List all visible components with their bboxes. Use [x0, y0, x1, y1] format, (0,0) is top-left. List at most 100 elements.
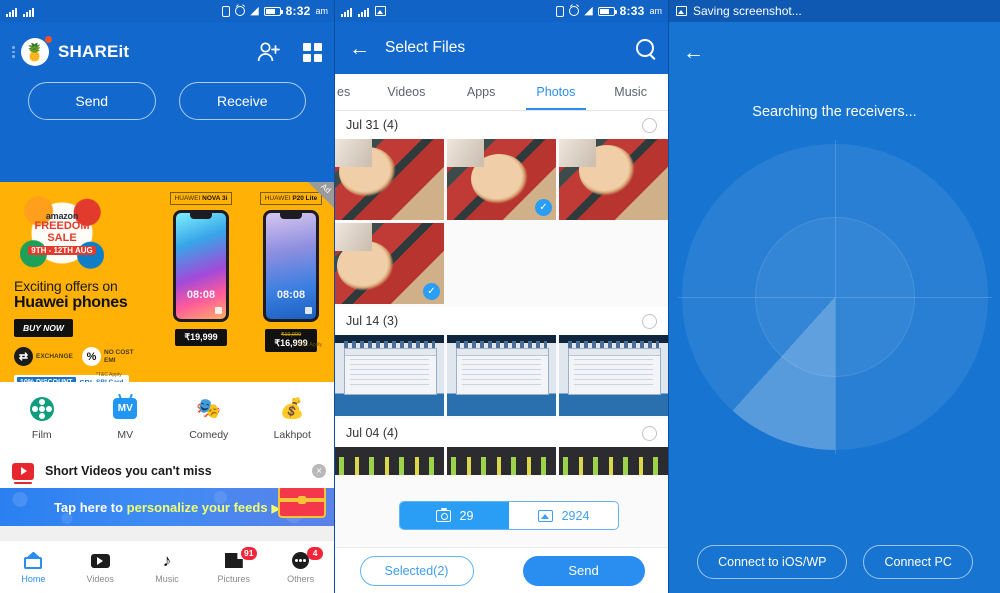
nav-item-home[interactable]: Home: [0, 541, 67, 593]
close-icon[interactable]: ×: [312, 464, 326, 478]
advertisement-banner[interactable]: Ad amazon FREEDOM SALE 9TH - 12TH AUG Ex…: [0, 182, 334, 382]
photo-thumbnail[interactable]: [335, 335, 444, 416]
percent-icon: %: [82, 347, 101, 366]
photo-thumbnail[interactable]: [335, 447, 444, 475]
notification-dot: [45, 36, 52, 43]
phone-lock-time: 08:08: [186, 289, 216, 301]
selected-check-icon[interactable]: ✓: [535, 199, 552, 216]
photo-thumbnail[interactable]: [447, 447, 556, 475]
tab-files[interactable]: es: [335, 74, 369, 110]
money-bag-icon: 💰: [279, 397, 305, 420]
buy-now-button[interactable]: BUY NOW: [14, 319, 73, 337]
tab-videos[interactable]: Videos: [369, 74, 444, 110]
nav-label: Videos: [86, 573, 114, 584]
back-arrow-icon[interactable]: ←: [349, 38, 370, 59]
photo-thumbnail[interactable]: [335, 139, 444, 220]
battery-icon: [597, 6, 618, 16]
wifi-icon: ◢: [584, 4, 593, 17]
sale-text: SALE: [47, 231, 77, 244]
phone-card: HUAWEI NOVA 3i 08:08 ₹19,999: [164, 192, 238, 352]
nav-item-videos[interactable]: Videos: [67, 541, 134, 593]
camera-count-tab[interactable]: 29: [400, 502, 509, 529]
connect-pc-button[interactable]: Connect PC: [863, 545, 973, 579]
exchange-icon: ⇄: [14, 347, 33, 366]
category-comedy[interactable]: 🎭 Comedy: [167, 396, 251, 441]
selected-check-icon[interactable]: ✓: [423, 283, 440, 300]
category-label: Comedy: [189, 428, 229, 441]
nav-item-music[interactable]: ♪ Music: [134, 541, 201, 593]
category-label: MV: [117, 428, 134, 441]
search-icon[interactable]: [636, 39, 654, 57]
vibrate-icon: [222, 5, 231, 17]
send-button[interactable]: Send: [28, 82, 156, 120]
select-files-footer: Selected(2) Send: [335, 547, 668, 593]
nav-item-others[interactable]: 4 Others: [267, 541, 334, 593]
tab-photos[interactable]: Photos: [519, 74, 594, 110]
circle-unchecked-icon[interactable]: [642, 117, 657, 133]
back-arrow-icon[interactable]: ←: [683, 42, 704, 63]
nav-item-pictures[interactable]: 91 Pictures: [200, 541, 267, 593]
category-mv[interactable]: MV MV: [84, 396, 168, 441]
panel-searching-receivers: Saving screenshot... ← Searching the rec…: [668, 0, 1000, 593]
photo-thumbnail[interactable]: [447, 335, 556, 416]
receive-button[interactable]: Receive: [178, 82, 306, 120]
shareit-screenshot-collage: ◢ 8:32 am 🍍 SHAREit Send Receive Ad amaz…: [0, 0, 1000, 593]
circle-unchecked-icon[interactable]: [642, 313, 657, 329]
banner-headline-1: Exciting offers on: [14, 278, 118, 294]
connect-ios-wp-button[interactable]: Connect to iOS/WP: [697, 545, 848, 579]
home-icon: [24, 551, 43, 571]
section-header: Jul 14 (3): [335, 307, 668, 335]
short-videos-promo[interactable]: Short Videos you can't miss ×: [0, 454, 334, 488]
signal-icon: [341, 6, 354, 17]
radar-screen: ← Searching the receivers... Connect to …: [669, 22, 1000, 593]
photo-thumbnail[interactable]: [559, 447, 668, 475]
mv-icon: MV: [112, 396, 138, 422]
photo-grid: [335, 447, 668, 475]
status-bar-panel2: ◢ 8:33 am: [335, 0, 668, 22]
perk-no-cost-emi: % NO COST EMI: [82, 347, 138, 366]
screenshot-icon: [375, 6, 386, 16]
photo-grid: ✓ ✓: [335, 139, 668, 307]
send-button[interactable]: Send: [522, 555, 645, 586]
bank-discount-badge: 10% DISCOUNT: [17, 377, 76, 382]
signal-icon: [6, 6, 19, 17]
person-add-icon[interactable]: [257, 41, 281, 63]
tab-music[interactable]: Music: [593, 74, 668, 110]
photo-thumbnail[interactable]: [559, 335, 668, 416]
alarm-icon: [235, 6, 246, 16]
phone-brand: HUAWEI: [174, 195, 201, 202]
radar-scan-icon: [677, 140, 992, 454]
selected-count-button[interactable]: Selected(2): [359, 555, 474, 586]
photo-thumbnail[interactable]: ✓: [447, 139, 556, 220]
picture-icon: 91: [224, 546, 257, 571]
battery-icon: [263, 6, 284, 16]
app-topbar: 🍍 SHAREit: [12, 22, 322, 82]
gallery-count-tab[interactable]: 2924: [509, 502, 618, 529]
camera-icon: [435, 507, 451, 522]
music-note-icon: ♪: [162, 551, 172, 570]
status-time: 8:32: [285, 4, 311, 18]
avatar[interactable]: 🍍: [21, 36, 52, 66]
nav-label: Music: [155, 573, 179, 584]
perk-label: EXCHANGE: [36, 352, 73, 360]
comedy-mask-icon: 🎭: [196, 397, 222, 420]
category-lakhpot[interactable]: 💰 Lakhpot: [251, 396, 335, 441]
sale-dates: 9TH - 12TH AUG: [28, 245, 96, 255]
freedom-sale-badge: amazon FREEDOM SALE 9TH - 12TH AUG: [20, 196, 104, 270]
freedom-text: FREEDOM: [34, 220, 90, 233]
perk-label: NO COST EMI: [104, 349, 134, 364]
nav-label: Pictures: [217, 573, 251, 584]
photo-thumbnail[interactable]: ✓: [335, 223, 444, 304]
bank-card-label: SBI Card: [96, 379, 123, 382]
category-film[interactable]: Film: [0, 396, 84, 441]
media-count-toggle: 29 2924: [399, 501, 619, 530]
photo-thumbnail[interactable]: [559, 139, 668, 220]
vibrate-icon: [556, 5, 565, 17]
tab-apps[interactable]: Apps: [444, 74, 519, 110]
circle-unchecked-icon[interactable]: [642, 425, 657, 441]
others-dots-icon: 4: [292, 546, 324, 571]
personalize-feeds-banner[interactable]: Tap here to personalize your feeds ▶: [0, 488, 334, 526]
grid-icon[interactable]: [303, 42, 322, 62]
banner-headline-2: Huawei phones: [14, 294, 128, 311]
more-vertical-icon[interactable]: [12, 46, 16, 58]
